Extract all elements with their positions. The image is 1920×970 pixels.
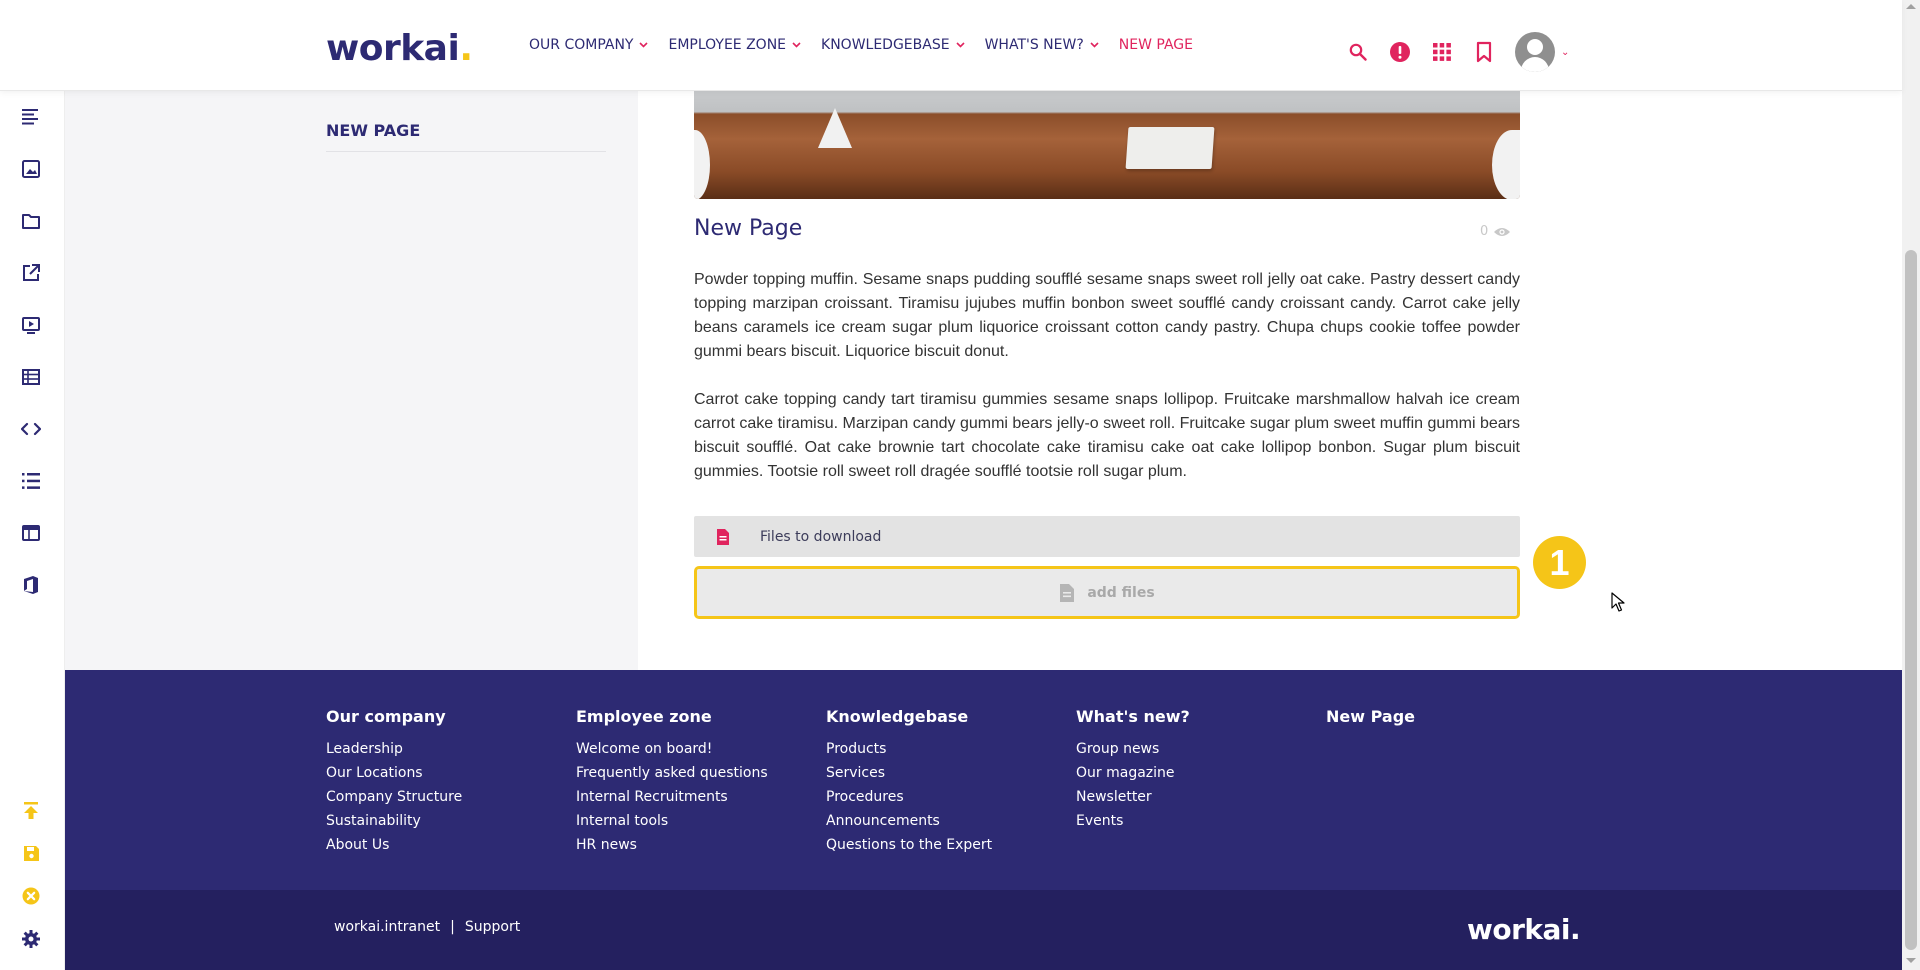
nav-item-new-page[interactable]: NEW PAGE xyxy=(1119,37,1193,53)
footer-link[interactable]: Internal Recruitments xyxy=(576,785,768,809)
footer-logo: workai. xyxy=(1467,913,1581,946)
footer-link[interactable]: Questions to the Expert xyxy=(826,833,992,857)
alert-icon[interactable] xyxy=(1389,41,1411,63)
footer-link[interactable]: HR news xyxy=(576,833,768,857)
footer-column: Employee zone Welcome on board! Frequently… xyxy=(576,707,768,857)
view-counter: 0 xyxy=(1480,224,1511,239)
publish-icon[interactable] xyxy=(20,800,42,822)
chevron-down-icon xyxy=(1090,40,1099,51)
scroll-up-arrow[interactable] xyxy=(1906,4,1916,9)
support-link[interactable]: Support xyxy=(465,919,520,935)
table-icon[interactable] xyxy=(20,366,42,388)
footer-link[interactable]: Internal tools xyxy=(576,809,768,833)
top-header: workai. OUR COMPANY EMPLOYEE ZONE KNOWLEDG… xyxy=(0,0,1902,91)
nav-item-what-s-new[interactable]: WHAT'S NEW? xyxy=(985,37,1099,53)
chevron-down-icon xyxy=(639,40,649,51)
link-separator: | xyxy=(450,919,455,935)
page-title: New Page xyxy=(694,216,803,241)
page-sidebar xyxy=(64,90,638,670)
chevron-down-icon xyxy=(956,40,965,51)
footer-link[interactable]: Company Structure xyxy=(326,785,462,809)
nav-item-label: OUR COMPANY xyxy=(529,37,634,53)
scrollbar-thumb[interactable] xyxy=(1905,250,1917,950)
hero-image xyxy=(694,90,1520,199)
chevron-down-icon[interactable]: ⌄ xyxy=(1561,47,1569,58)
external-link-icon[interactable] xyxy=(20,262,42,284)
footer-link[interactable]: Products xyxy=(826,737,992,761)
bookmark-icon[interactable] xyxy=(1473,41,1495,63)
apps-grid-icon[interactable] xyxy=(1431,41,1453,63)
code-icon[interactable] xyxy=(20,418,42,440)
save-icon[interactable] xyxy=(20,842,42,864)
image-icon[interactable] xyxy=(20,158,42,180)
office-icon[interactable] xyxy=(20,574,42,596)
nav-item-label: KNOWLEDGEBASE xyxy=(821,37,950,53)
step-badge: 1 xyxy=(1533,536,1586,589)
folder-icon[interactable] xyxy=(20,210,42,232)
footer-link[interactable]: Our magazine xyxy=(1076,761,1190,785)
file-icon xyxy=(716,528,732,546)
nav-item-label: EMPLOYEE ZONE xyxy=(668,37,787,53)
footer-column: Knowledgebase Products Services Procedures A… xyxy=(826,707,992,857)
article-paragraph: Carrot cake topping candy tart tiramisu … xyxy=(694,391,1520,480)
footer-link[interactable]: Frequently asked questions xyxy=(576,761,768,785)
main-nav: OUR COMPANY EMPLOYEE ZONE KNOWLEDGEBASE WHA… xyxy=(529,37,1193,53)
footer-link[interactable]: Welcome on board! xyxy=(576,737,768,761)
footer-column: What's new? Group news Our magazine Newslet… xyxy=(1076,707,1190,833)
nav-item-label: WHAT'S NEW? xyxy=(984,37,1084,53)
user-menu[interactable]: ⌄ xyxy=(1515,32,1569,72)
sidebar-divider xyxy=(326,151,606,152)
scroll-down-arrow[interactable] xyxy=(1906,958,1916,963)
sidebar-item-new-page[interactable]: NEW PAGE xyxy=(326,121,420,140)
list-icon[interactable] xyxy=(20,470,42,492)
add-files-label: add files xyxy=(1087,584,1155,601)
footer-link[interactable]: About Us xyxy=(326,833,462,857)
add-files-button[interactable]: add files xyxy=(694,566,1520,619)
footer-link[interactable]: Services xyxy=(826,761,992,785)
file-icon xyxy=(1060,583,1075,602)
nav-item-knowledgebase[interactable]: KNOWLEDGEBASE xyxy=(821,37,965,53)
files-to-download-bar: Files to download xyxy=(694,516,1520,557)
footer-link[interactable]: Announcements xyxy=(826,809,992,833)
nav-item-our-company[interactable]: OUR COMPANY xyxy=(529,37,649,53)
mouse-cursor-icon xyxy=(1611,592,1625,616)
text-icon[interactable] xyxy=(20,106,42,128)
article-paragraph: Powder topping muffin. Sesame snaps pudd… xyxy=(694,271,1520,360)
footer-column-heading[interactable]: Our company xyxy=(326,707,462,727)
chevron-down-icon xyxy=(792,40,801,51)
footer-link[interactable]: Events xyxy=(1076,809,1190,833)
view-count: 0 xyxy=(1480,224,1489,239)
editor-tool-rail xyxy=(0,90,65,970)
video-icon[interactable] xyxy=(20,314,42,336)
footer-column-heading[interactable]: Knowledgebase xyxy=(826,707,992,727)
sub-footer-links: workai.intranet | Support xyxy=(334,919,520,935)
footer-link[interactable]: Sustainability xyxy=(326,809,462,833)
footer-column-heading[interactable]: What's new? xyxy=(1076,707,1190,727)
files-to-download-label: Files to download xyxy=(760,528,882,545)
settings-icon[interactable] xyxy=(20,928,42,950)
nav-item-employee-zone[interactable]: EMPLOYEE ZONE xyxy=(668,37,801,53)
header-actions: ⌄ xyxy=(1347,32,1569,72)
workai-logo[interactable]: workai. xyxy=(326,28,473,69)
footer-column: New Page xyxy=(1326,707,1415,737)
footer-link[interactable]: Newsletter xyxy=(1076,785,1190,809)
close-icon[interactable] xyxy=(20,885,42,907)
footer-link[interactable]: Procedures xyxy=(826,785,992,809)
workai-intranet-link[interactable]: workai.intranet xyxy=(334,919,440,935)
eye-icon xyxy=(1494,227,1511,236)
footer-column: Our company Leadership Our Locations Compan… xyxy=(326,707,462,857)
footer-column-heading[interactable]: New Page xyxy=(1326,707,1415,727)
footer-column-heading[interactable]: Employee zone xyxy=(576,707,768,727)
footer-link[interactable]: Our Locations xyxy=(326,761,462,785)
search-icon[interactable] xyxy=(1347,41,1369,63)
footer-link[interactable]: Group news xyxy=(1076,737,1190,761)
footer-link[interactable]: Leadership xyxy=(326,737,462,761)
nav-item-label: NEW PAGE xyxy=(1118,37,1193,53)
layout-icon[interactable] xyxy=(20,522,42,544)
avatar[interactable] xyxy=(1515,32,1555,72)
